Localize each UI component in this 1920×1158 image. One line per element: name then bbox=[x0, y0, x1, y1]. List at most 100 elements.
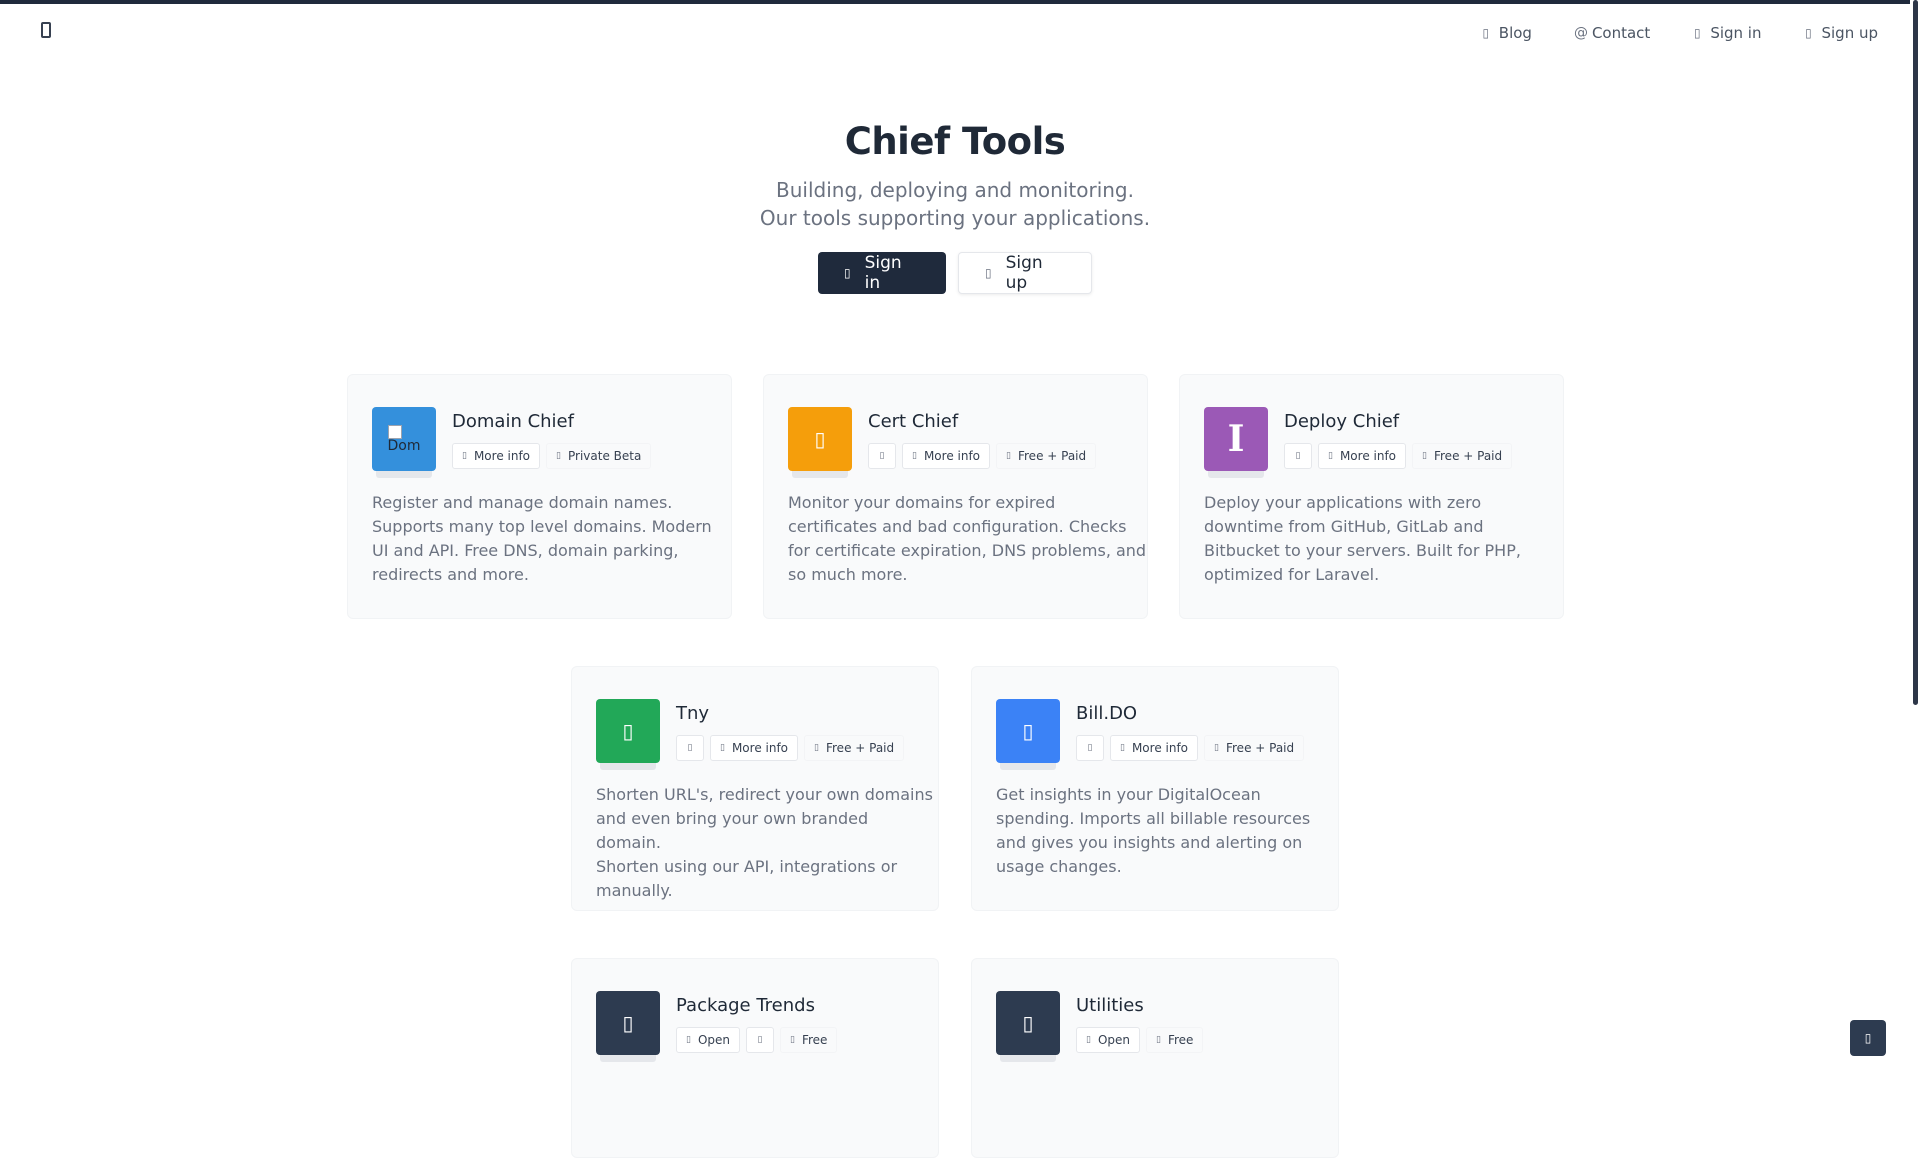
scrollbar-thumb[interactable] bbox=[1913, 0, 1918, 705]
scrollbar[interactable] bbox=[1910, 0, 1920, 1080]
user-plus-icon: ▯ bbox=[1805, 26, 1812, 40]
pricing-badge: ▯ Free bbox=[1146, 1027, 1204, 1053]
card-tags: ▯ Open ▯ ▯ Free bbox=[676, 1027, 838, 1053]
bill-do-logo: ▯ bbox=[996, 699, 1060, 763]
arrow-up-icon: ▯ bbox=[1864, 1031, 1872, 1045]
info-icon: ▯ bbox=[720, 743, 725, 753]
card-title: Utilities bbox=[1076, 995, 1144, 1016]
info-icon: ▯ bbox=[462, 451, 467, 461]
product-card-package-trends: ▯ Package Trends ▯ Open ▯ ▯ Free bbox=[571, 958, 939, 1158]
hero-signin-button[interactable]: ▯ Sign in bbox=[818, 252, 946, 294]
hero-subtitle-line-2: Our tools supporting your applications. bbox=[759, 206, 1151, 230]
card-title: Bill.DO bbox=[1076, 703, 1138, 724]
desc-line: manually. bbox=[596, 881, 673, 900]
open-app-button[interactable]: ▯ bbox=[1284, 443, 1312, 469]
product-card-tny: ▯ Tny ▯ ▯ More info ▯ Free + Paid Shorte… bbox=[571, 666, 939, 911]
logo-shadow bbox=[600, 1055, 656, 1062]
open-app-button[interactable]: ▯ bbox=[868, 443, 896, 469]
info-icon: ▯ bbox=[1328, 451, 1333, 461]
more-info-button[interactable]: ▯ More info bbox=[1110, 735, 1199, 761]
open-app-button[interactable]: ▯ bbox=[676, 735, 704, 761]
external-link-icon: ▯ bbox=[687, 743, 693, 753]
desc-line: UI and API. Free DNS, domain parking, bbox=[372, 541, 679, 560]
pricing-badge: ▯ Free + Paid bbox=[804, 735, 905, 761]
desc-line: Shorten using our API, integrations or bbox=[596, 857, 898, 876]
more-info-label: More info bbox=[1339, 449, 1397, 463]
more-info-button[interactable]: ▯ More info bbox=[452, 443, 541, 469]
external-link-icon: ▯ bbox=[1087, 743, 1093, 753]
desc-line: spending. Imports all billable resources bbox=[996, 809, 1311, 828]
desc-line: optimized for Laravel. bbox=[1204, 565, 1380, 584]
more-info-label: More info bbox=[1131, 741, 1189, 755]
deploy-icon: I bbox=[1227, 418, 1245, 460]
pricing-label: Private Beta bbox=[567, 449, 642, 463]
more-info-button[interactable]: ▯ More info bbox=[710, 735, 799, 761]
nav-blog[interactable]: ▯ Blog bbox=[1439, 24, 1532, 42]
pricing-label: Free bbox=[801, 1033, 828, 1047]
card-description: Get insights in your DigitalOcean spendi… bbox=[996, 783, 1310, 879]
desc-line: for certificate expiration, DNS problems… bbox=[788, 541, 1147, 560]
user-plus-icon: ▯ bbox=[985, 266, 992, 280]
desc-line: Register and manage domain names. bbox=[372, 493, 673, 512]
card-description: Register and manage domain names. Suppor… bbox=[372, 491, 712, 587]
card-tags: ▯ ▯ More info ▯ Free + Paid bbox=[868, 443, 1097, 469]
external-link-icon: ▯ bbox=[879, 451, 885, 461]
more-info-button[interactable]: ▯ More info bbox=[1318, 443, 1407, 469]
pricing-badge: ▯ Private Beta bbox=[546, 443, 652, 469]
more-info-label: More info bbox=[923, 449, 981, 463]
pricing-badge: ▯ Free bbox=[780, 1027, 838, 1053]
desc-line: and even bring your own branded domain. bbox=[596, 809, 869, 852]
tag-icon: ▯ bbox=[814, 743, 819, 753]
logo-shadow bbox=[376, 471, 432, 478]
open-button[interactable]: ▯ Open bbox=[676, 1027, 741, 1053]
pricing-label: Free bbox=[1167, 1033, 1194, 1047]
pricing-label: Free + Paid bbox=[1017, 449, 1087, 463]
external-link-icon: ▯ bbox=[1295, 451, 1301, 461]
nav-signin-label: Sign in bbox=[1710, 24, 1762, 42]
nav-signup-label: Sign up bbox=[1821, 24, 1878, 42]
desc-line: and gives you insights and alerting on bbox=[996, 833, 1303, 852]
more-info-label: More info bbox=[473, 449, 531, 463]
nav-contact[interactable]: @ Contact bbox=[1532, 24, 1650, 42]
tag-icon: ▯ bbox=[556, 451, 561, 461]
pricing-badge: ▯ Free + Paid bbox=[996, 443, 1097, 469]
open-app-button[interactable]: ▯ bbox=[1076, 735, 1104, 761]
nav-blog-label: Blog bbox=[1498, 24, 1532, 42]
pricing-badge: ▯ Free + Paid bbox=[1204, 735, 1305, 761]
product-card-cert-chief: ▯ Cert Chief ▯ ▯ More info ▯ Free + Paid… bbox=[763, 374, 1148, 619]
card-tags: ▯ ▯ More info ▯ Free + Paid bbox=[676, 735, 905, 761]
open-label: Open bbox=[697, 1033, 731, 1047]
pricing-label: Free + Paid bbox=[1225, 741, 1295, 755]
nav-signin[interactable]: ▯ Sign in bbox=[1650, 24, 1761, 42]
card-title: Tny bbox=[676, 703, 710, 724]
pricing-label: Free + Paid bbox=[825, 741, 895, 755]
top-nav: ▯ Blog @ Contact ▯ Sign in ▯ Sign up bbox=[1439, 24, 1878, 42]
info-icon: ▯ bbox=[1120, 743, 1125, 753]
logo-shadow bbox=[792, 471, 848, 478]
desc-line: Deploy your applications with zero bbox=[1204, 493, 1482, 512]
open-button[interactable]: ▯ Open bbox=[1076, 1027, 1141, 1053]
nav-signup[interactable]: ▯ Sign up bbox=[1761, 24, 1878, 42]
desc-line: redirects and more. bbox=[372, 565, 529, 584]
hero-signup-button[interactable]: ▯ Sign up bbox=[958, 252, 1092, 294]
tools-icon: ▯ bbox=[1022, 1011, 1034, 1035]
external-link-icon: ▯ bbox=[686, 1035, 691, 1045]
product-card-bill-do: ▯ Bill.DO ▯ ▯ More info ▯ Free + Paid Ge… bbox=[971, 666, 1339, 911]
pricing-badge: ▯ Free + Paid bbox=[1412, 443, 1513, 469]
desc-line: Monitor your domains for expired bbox=[788, 493, 1056, 512]
github-icon: ▯ bbox=[757, 1035, 763, 1045]
hero-subtitle: Building, deploying and monitoring. Our … bbox=[0, 176, 1910, 232]
product-card-domain-chief: Dom Domain Chief ▯ More info ▯ Private B… bbox=[347, 374, 732, 619]
logo-icon[interactable] bbox=[41, 22, 51, 38]
deploy-chief-logo: I bbox=[1204, 407, 1268, 471]
desc-line: Shorten URL's, redirect your own domains bbox=[596, 785, 933, 804]
more-info-button[interactable]: ▯ More info bbox=[902, 443, 991, 469]
hero-signin-label: Sign in bbox=[864, 253, 902, 293]
tag-icon: ▯ bbox=[1214, 743, 1219, 753]
back-to-top-button[interactable]: ▯ bbox=[1850, 1020, 1886, 1056]
pricing-label: Free + Paid bbox=[1433, 449, 1503, 463]
logo-shadow bbox=[600, 763, 656, 770]
logo-shadow bbox=[1000, 763, 1056, 770]
card-title: Cert Chief bbox=[868, 411, 959, 432]
github-button[interactable]: ▯ bbox=[746, 1027, 775, 1053]
